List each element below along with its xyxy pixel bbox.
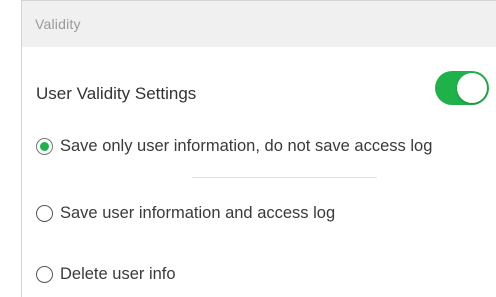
toggle-knob bbox=[457, 73, 487, 103]
divider bbox=[192, 177, 377, 178]
option-label: Save user information and access log bbox=[60, 204, 336, 222]
section-title: Validity bbox=[35, 16, 81, 32]
option-delete-user-info[interactable]: Delete user info bbox=[36, 265, 496, 284]
radio-selected-icon[interactable] bbox=[36, 138, 53, 155]
user-validity-setting-row: User Validity Settings bbox=[36, 71, 496, 105]
radio-dot bbox=[40, 142, 49, 151]
option-label: Delete user info bbox=[60, 265, 176, 283]
radio-unselected-icon[interactable] bbox=[36, 205, 53, 222]
radio-unselected-icon[interactable] bbox=[36, 266, 53, 283]
option-label: Save only user information, do not save … bbox=[60, 137, 433, 155]
option-save-user-info-and-log[interactable]: Save user information and access log bbox=[36, 204, 496, 223]
section-header: Validity bbox=[22, 1, 496, 47]
option-save-user-info-only[interactable]: Save only user information, do not save … bbox=[36, 137, 496, 156]
user-validity-toggle[interactable] bbox=[435, 71, 489, 105]
user-validity-label: User Validity Settings bbox=[36, 84, 197, 103]
validity-panel: Validity User Validity Settings Save onl… bbox=[21, 0, 496, 297]
